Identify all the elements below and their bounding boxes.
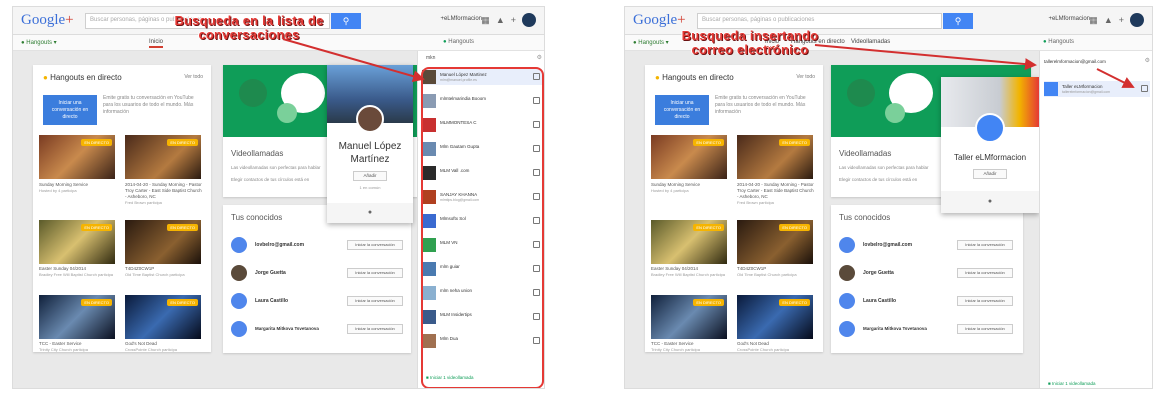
annotation-arrow: [282, 38, 425, 83]
right-screenshot: Google+ Buscar personas, páginas o publi…: [624, 6, 1153, 389]
annotation-arrow: [814, 44, 1135, 88]
left-screenshot: Google+ Buscar personas, páginas o publi…: [12, 6, 545, 389]
